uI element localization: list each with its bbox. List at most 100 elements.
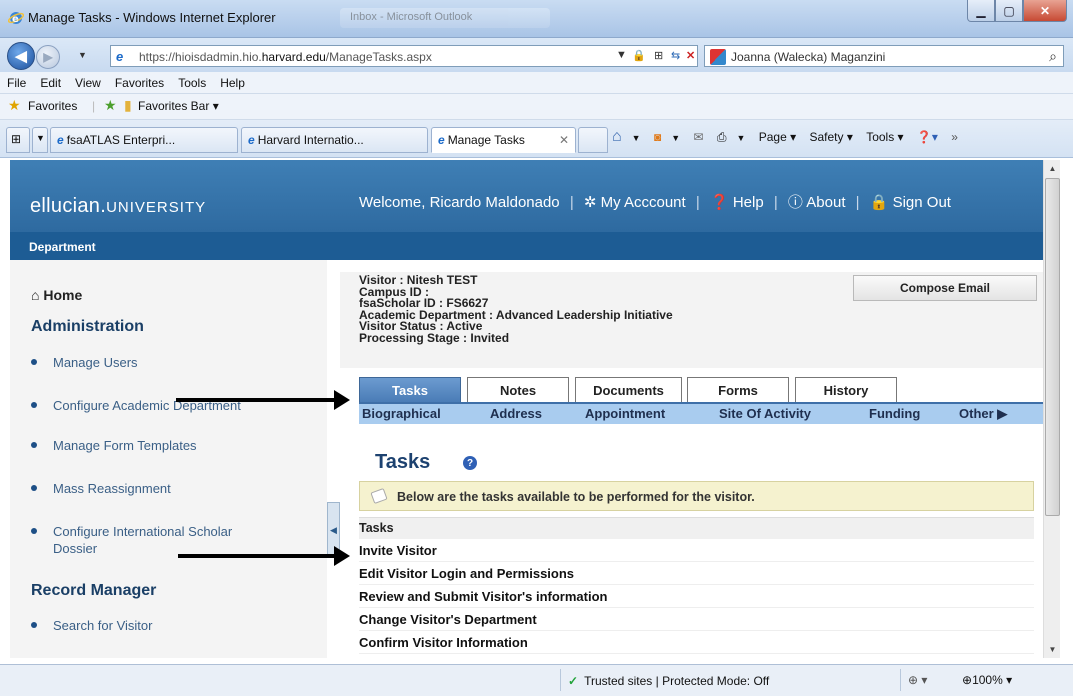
minimize-button[interactable]: ▁ — [967, 0, 995, 22]
compose-email-button[interactable]: Compose Email — [853, 275, 1037, 301]
chevron-more-icon[interactable]: » — [951, 130, 958, 144]
tab-history[interactable]: History — [795, 377, 897, 402]
main-panel: Visitor : Nitesh TEST Campus ID : fsaSch… — [340, 260, 1043, 658]
add-favorite-icon[interactable]: ★ — [104, 97, 117, 114]
tab-ie-icon: e — [248, 133, 255, 147]
address-dropdown-icon[interactable]: ▼ — [616, 49, 627, 61]
favorites-bar-menu[interactable]: Favorites Bar ▾ — [138, 99, 219, 113]
protected-mode-icon[interactable]: ⊕ ▾ — [908, 673, 927, 687]
scrollbar-thumb[interactable] — [1045, 178, 1060, 516]
sidebar-item-manage-users[interactable]: Manage Users — [31, 354, 283, 371]
top-navigation: Welcome, Ricardo Maldonado | ✲ My Acccou… — [359, 194, 951, 211]
help-link[interactable]: Help — [733, 194, 764, 211]
lock-icon: 🔒 — [869, 194, 889, 211]
task-row-edit-login[interactable]: Edit Visitor Login and Permissions — [359, 562, 1034, 585]
menu-file[interactable]: File — [0, 72, 33, 94]
tab-manage-tasks[interactable]: e Manage Tasks ✕ — [431, 127, 576, 153]
tab-harvard-international[interactable]: e Harvard Internatio... — [241, 127, 428, 153]
tab-tasks[interactable]: Tasks — [359, 377, 461, 402]
address-toolbar: ◀ ▶ ▼ e https://hioisdadmin.hio.harvard.… — [0, 38, 1073, 72]
stop-icon[interactable]: ✕ — [686, 49, 695, 62]
help-menu-icon[interactable]: ❓▾ — [917, 130, 938, 144]
command-bar: ⌂ ▼ ◙ ▼ ✉ ⎙ ▼ Page ▾ Safety ▾ Tools ▾ ❓▾ » — [612, 128, 958, 146]
about-link[interactable]: About — [806, 194, 845, 211]
sidebar-item-mass-reassignment[interactable]: Mass Reassignment — [31, 480, 283, 497]
subtab-address[interactable]: Address — [490, 406, 542, 421]
favorites-bar: ★ Favorites | ★ ▮ Favorites Bar ▾ — [0, 94, 1073, 120]
checkmark-icon: ✓ — [568, 674, 579, 688]
print-icon[interactable]: ⎙ — [717, 130, 727, 145]
zoom-level[interactable]: ⊕100% ▾ — [962, 673, 1012, 687]
subtab-biographical[interactable]: Biographical — [362, 406, 441, 421]
tab-notes[interactable]: Notes — [467, 377, 569, 402]
tag-icon — [370, 487, 388, 505]
tab-list-button[interactable]: ▼ — [32, 127, 48, 153]
bullet-icon — [31, 622, 37, 628]
menu-edit[interactable]: Edit — [33, 72, 68, 94]
subtab-other[interactable]: Other ▶ — [959, 406, 1007, 422]
menu-view[interactable]: View — [68, 72, 108, 94]
menu-tools[interactable]: Tools — [171, 72, 213, 94]
close-tab-icon[interactable]: ✕ — [559, 133, 569, 147]
sidebar: ⌂ Home Administration Manage Users Confi… — [10, 260, 327, 658]
home-icon[interactable]: ⌂ — [612, 128, 622, 146]
sign-out-link[interactable]: Sign Out — [893, 194, 951, 211]
zoom-icon: ⊕ — [962, 673, 973, 687]
page-title: Tasks — [375, 451, 431, 473]
maximize-button[interactable]: ▢ — [995, 0, 1023, 22]
lock-icon[interactable]: 🔒 — [632, 49, 646, 62]
info-icon: ⓘ — [787, 194, 803, 211]
page-scrollbar[interactable]: ▲ ▼ — [1043, 160, 1060, 658]
safety-menu[interactable]: Safety ▾ — [809, 130, 852, 144]
bullet-icon — [31, 528, 37, 534]
search-provider-icon — [710, 49, 726, 65]
scroll-down-icon[interactable]: ▼ — [1044, 641, 1061, 658]
task-row-review-submit[interactable]: Review and Submit Visitor's information — [359, 585, 1034, 608]
search-box[interactable]: Joanna (Walecka) Maganzini ⌕ — [704, 45, 1064, 67]
page-menu[interactable]: Page ▾ — [759, 130, 796, 144]
task-row-confirm-info[interactable]: Confirm Visitor Information — [359, 631, 1034, 654]
tab-forms[interactable]: Forms — [687, 377, 789, 402]
forward-button[interactable]: ▶ — [36, 45, 60, 69]
favorites-button[interactable]: Favorites — [28, 99, 77, 113]
background-window-tab[interactable]: Inbox - Microsoft Outlook — [340, 8, 550, 28]
task-row-change-department[interactable]: Change Visitor's Department — [359, 608, 1034, 631]
url-text: https://hioisdadmin.hio.harvard.edu/Mana… — [139, 50, 432, 64]
sidebar-item-configure-dossier[interactable]: Configure International Scholar Dossier — [31, 523, 273, 557]
sidebar-item-search-for-visitor[interactable]: Search for Visitor — [31, 617, 283, 634]
browser-tab-bar: ⊞ ▼ e fsaATLAS Enterpri... e Harvard Inter… — [0, 120, 1073, 158]
menu-favorites[interactable]: Favorites — [108, 72, 171, 94]
my-account-link[interactable]: My Acccount — [601, 194, 686, 211]
compatibility-icon[interactable]: ⊞ — [654, 49, 663, 62]
tab-fsaatlas[interactable]: e fsaATLAS Enterpri... — [50, 127, 238, 153]
help-circle-icon[interactable]: ? — [463, 456, 477, 470]
site-logo[interactable]: ellucian.UNIVERSITY — [30, 195, 206, 218]
task-row-invite-visitor[interactable]: Invite Visitor — [359, 539, 1034, 562]
chevron-left-icon: ◀ — [330, 524, 337, 535]
tab-documents[interactable]: Documents — [575, 377, 682, 402]
menu-help[interactable]: Help — [213, 72, 252, 94]
back-arrow-icon: ◀ — [15, 48, 27, 65]
tab-ie-icon: e — [438, 133, 445, 147]
tools-menu[interactable]: Tools ▾ — [866, 130, 903, 144]
subtab-site-of-activity[interactable]: Site Of Activity — [719, 406, 811, 421]
subtab-appointment[interactable]: Appointment — [585, 406, 665, 421]
subtab-funding[interactable]: Funding — [869, 406, 920, 421]
feeds-icon[interactable]: ◙ — [654, 130, 661, 144]
sidebar-home-link[interactable]: ⌂ Home — [31, 287, 82, 303]
scroll-up-icon[interactable]: ▲ — [1044, 160, 1061, 177]
new-tab-button[interactable] — [578, 127, 608, 153]
quick-tabs-button[interactable]: ⊞ — [6, 127, 30, 153]
sidebar-item-manage-form-templates[interactable]: Manage Form Templates — [31, 437, 283, 454]
back-button[interactable]: ◀ — [7, 42, 35, 70]
address-bar[interactable]: e https://hioisdadmin.hio.harvard.edu/Ma… — [110, 45, 698, 67]
sidebar-heading-record-manager: Record Manager — [31, 582, 157, 599]
table-header: Tasks — [359, 517, 1034, 539]
close-window-button[interactable]: ✕ — [1023, 0, 1067, 22]
refresh-icon[interactable]: ⇆ — [671, 49, 680, 62]
security-zone[interactable]: ✓ Trusted sites | Protected Mode: Off — [568, 674, 769, 688]
search-icon[interactable]: ⌕ — [1049, 48, 1057, 65]
mail-icon[interactable]: ✉ — [693, 130, 703, 144]
history-dropdown-icon[interactable]: ▼ — [78, 50, 87, 60]
bullet-icon — [31, 442, 37, 448]
